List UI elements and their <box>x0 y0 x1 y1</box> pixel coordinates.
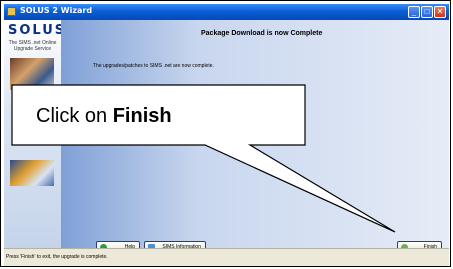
callout-emphasis: Finish <box>112 105 172 127</box>
callout-bubble <box>11 84 396 233</box>
callout-prefix: Click on <box>36 105 113 127</box>
callout-text: Click on Finish <box>36 105 172 128</box>
